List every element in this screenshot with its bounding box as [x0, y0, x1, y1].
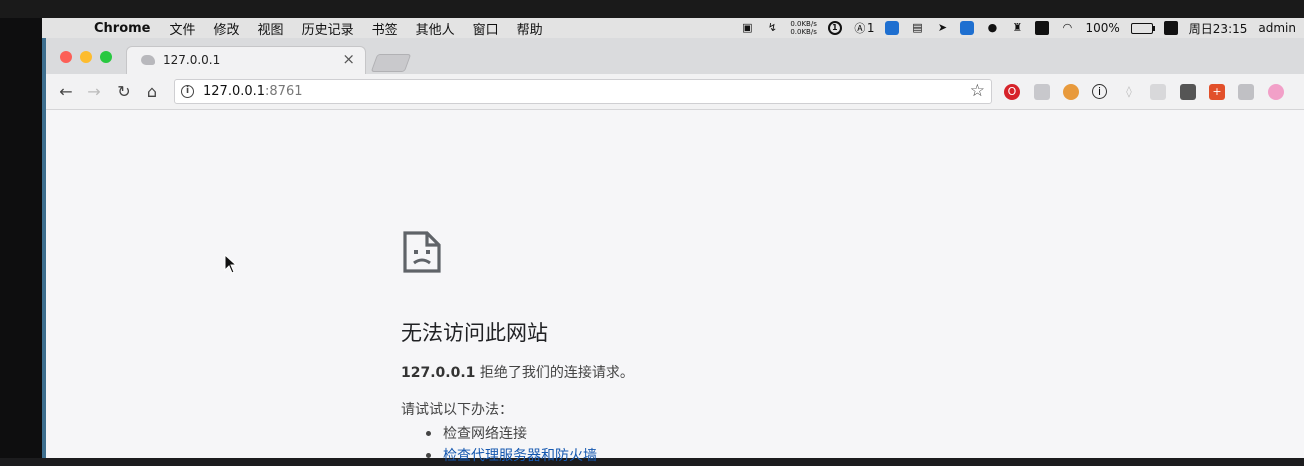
adobe-count: 1: [866, 20, 875, 35]
cookie-ext-icon[interactable]: [1063, 84, 1079, 100]
color-wheel-ext-icon[interactable]: [1268, 84, 1284, 100]
adobe-badge[interactable]: Ⓐ 1: [853, 20, 875, 36]
url-host: 127.0.0.1: [203, 84, 266, 99]
favicon-icon: [141, 55, 155, 65]
network-speed[interactable]: 0.0KB/s 0.0KB/s: [790, 20, 817, 36]
screen-top-band: [0, 0, 1304, 18]
bookmark-star-button[interactable]: ☆: [970, 81, 985, 101]
address-bar[interactable]: i 127.0.0.1:8761 ☆: [174, 79, 992, 104]
telegram-icon[interactable]: ➤: [935, 21, 949, 35]
teamviewer-icon[interactable]: [885, 21, 900, 35]
qr-code-ext-icon[interactable]: [1180, 84, 1196, 100]
reload-button[interactable]: ↻: [114, 82, 134, 102]
browser-window: 127.0.0.1 × ← → ↻ ⌂ i 127.0.0.1:8761 ☆ O…: [46, 38, 1304, 464]
forward-button[interactable]: →: [84, 82, 104, 102]
minimize-window-button[interactable]: [80, 51, 92, 63]
tab-active[interactable]: 127.0.0.1 ×: [126, 46, 366, 74]
battery-percent[interactable]: 100%: [1085, 21, 1119, 35]
suggestion-list: 检查网络连接 检查代理服务器和防火墙: [426, 422, 597, 466]
suggestion-item-link[interactable]: 检查代理服务器和防火墙: [426, 444, 597, 466]
tab-strip: 127.0.0.1 ×: [46, 38, 1304, 74]
screen-record-icon[interactable]: ▣: [740, 21, 754, 35]
new-tab-button[interactable]: [370, 54, 412, 72]
menu-view[interactable]: 视图: [258, 19, 284, 38]
binoculars-icon[interactable]: ♜: [1010, 21, 1024, 35]
forward-icon: →: [87, 82, 101, 101]
net-down: 0.0KB/s: [790, 28, 817, 36]
menu-file[interactable]: 文件: [170, 19, 196, 38]
close-window-button[interactable]: [60, 51, 72, 63]
menu-edit[interactable]: 修改: [214, 19, 240, 38]
back-button[interactable]: ←: [56, 82, 76, 102]
screen-left-band: [0, 18, 42, 458]
gray-ext-icon[interactable]: [1238, 84, 1254, 100]
menu-bookmarks[interactable]: 书签: [372, 19, 398, 38]
macos-menu-bar: Chrome 文件 修改 视图 历史记录 书签 其他人 窗口 帮助 ▣ ↯ 0.…: [42, 18, 1304, 38]
adobe-icon: Ⓐ: [854, 21, 866, 35]
suggestion-item: 检查网络连接: [426, 422, 597, 444]
menu-people[interactable]: 其他人: [416, 19, 455, 38]
bullet: [426, 430, 431, 436]
error-host: 127.0.0.1: [401, 365, 476, 381]
error-description: 127.0.0.1 拒绝了我们的连接请求。: [401, 362, 634, 382]
menu-help[interactable]: 帮助: [517, 19, 543, 38]
home-button[interactable]: ⌂: [142, 82, 162, 102]
suggestion-text: 检查网络连接: [443, 426, 527, 442]
reload-icon: ↻: [117, 82, 131, 101]
browser-toolbar: ← → ↻ ⌂ i 127.0.0.1:8761 ☆ O i ◊ +: [46, 74, 1304, 110]
clock[interactable]: 周日23:15: [1189, 20, 1248, 37]
url-port: :8761: [265, 84, 303, 99]
suggestion-heading: 请试试以下办法：: [401, 402, 513, 418]
status-area: ▣ ↯ 0.0KB/s 0.0KB/s 1 Ⓐ 1 ▤ ➤ ● ♜ ◠ 100% …: [740, 18, 1296, 38]
back-icon: ←: [59, 82, 73, 101]
info-icon[interactable]: i: [181, 85, 194, 98]
onepassword-ext-icon[interactable]: i: [1092, 84, 1107, 99]
error-message: 拒绝了我们的连接请求。: [475, 365, 634, 381]
bullet: [426, 452, 431, 458]
error-title: 无法访问此网站: [401, 321, 548, 345]
mask-app-icon[interactable]: [960, 21, 975, 35]
home-icon: ⌂: [146, 82, 158, 101]
onepassword-icon[interactable]: 1: [827, 21, 842, 35]
sad-page-icon: [403, 231, 441, 273]
menu-history[interactable]: 历史记录: [302, 19, 354, 38]
battery-icon[interactable]: [1130, 22, 1155, 34]
tab-close-button[interactable]: ×: [342, 50, 355, 68]
opera-ext-icon[interactable]: O: [1004, 84, 1020, 100]
plus-ext-icon[interactable]: +: [1209, 84, 1225, 100]
menu-window[interactable]: 窗口: [473, 19, 499, 38]
ghost-ext-icon[interactable]: [1034, 84, 1050, 100]
user-name[interactable]: admin: [1258, 21, 1296, 35]
bowler-hat-icon[interactable]: ●: [985, 21, 999, 35]
zoom-window-button[interactable]: [100, 51, 112, 63]
blurred-ext-icon[interactable]: ◊: [1121, 84, 1137, 100]
menu-meters-icon[interactable]: [1035, 21, 1050, 35]
url-text[interactable]: 127.0.0.1:8761: [203, 84, 303, 99]
suggestion-link[interactable]: 检查代理服务器和防火墙: [443, 445, 597, 465]
star-icon: ☆: [969, 81, 985, 101]
menu-app-name[interactable]: Chrome: [94, 21, 151, 36]
net-up: 0.0KB/s: [790, 20, 817, 28]
tab-title: 127.0.0.1: [163, 53, 221, 67]
reader-ext-icon[interactable]: [1150, 84, 1166, 100]
input-method-icon[interactable]: [1163, 21, 1178, 35]
wifi-icon[interactable]: ◠: [1060, 21, 1074, 35]
clipboard-icon[interactable]: ▤: [910, 21, 924, 35]
sync-icon[interactable]: ↯: [765, 21, 779, 35]
mouse-cursor: [224, 254, 238, 274]
